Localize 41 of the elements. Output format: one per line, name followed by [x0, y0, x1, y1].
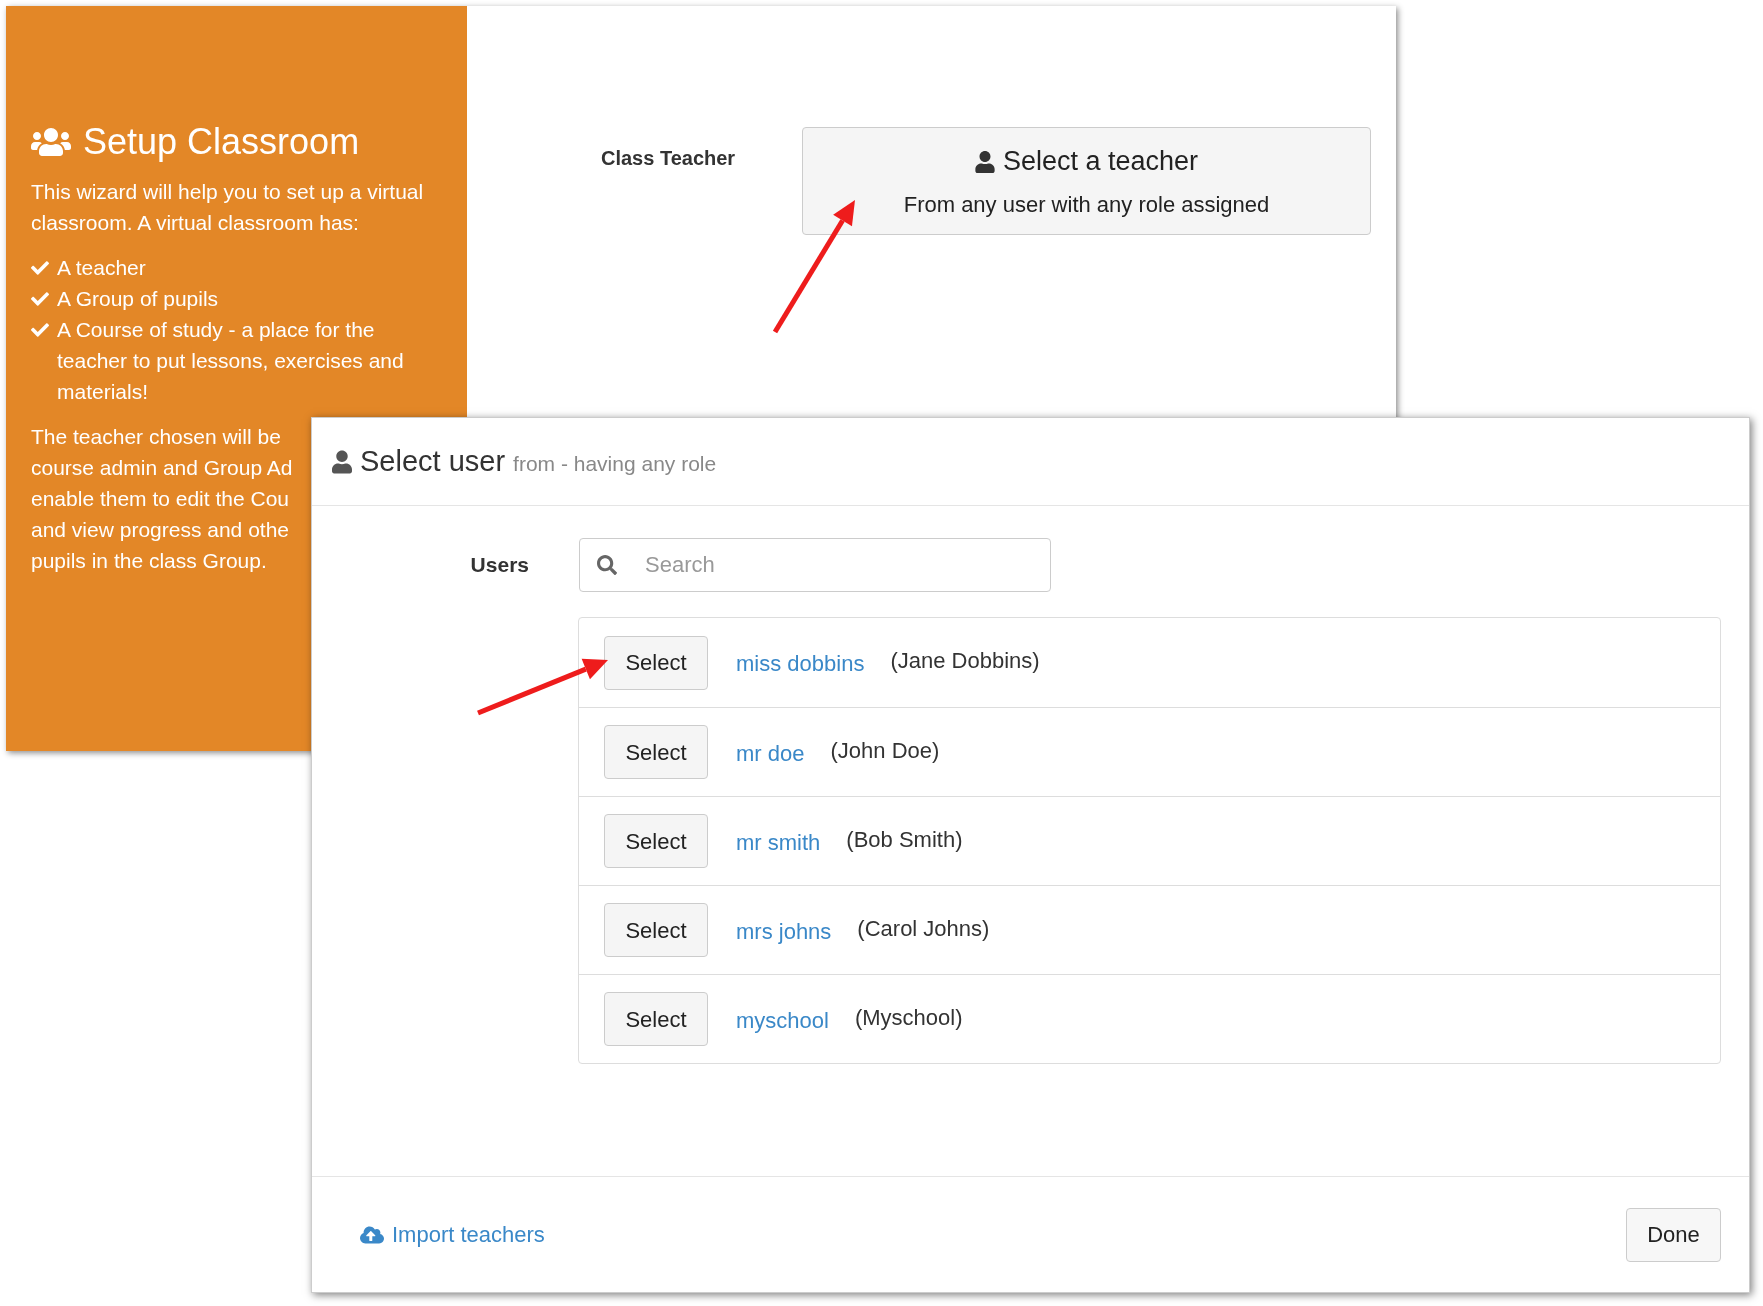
user-icon	[332, 449, 352, 474]
button-title: Select a teacher	[1002, 145, 1199, 179]
panel-title: Setup Classroom	[83, 124, 360, 160]
full-name: (Bob Smith)	[846, 825, 963, 854]
full-name: (Jane Dobbins)	[890, 647, 1040, 675]
note-line: pupils in the class Group.	[31, 548, 267, 574]
class-teacher-label: Class Teacher	[601, 147, 736, 169]
username-link[interactable]: mrs johns	[736, 914, 832, 948]
username-link[interactable]: miss dobbins	[736, 647, 865, 680]
note-line: course admin and Group Ad	[31, 455, 293, 481]
full-name: (Carol Johns)	[857, 914, 990, 943]
select-button[interactable]: Select	[604, 903, 708, 957]
intro-text: This wizard will help you to set up a virtual classroom. A virtual classroom has:	[31, 179, 425, 236]
check-icon	[31, 290, 49, 308]
checklist-item: A Group of pupils	[57, 286, 219, 312]
checklist-item: A teacher	[57, 255, 146, 281]
select-button[interactable]: Select	[604, 635, 708, 690]
username-link[interactable]: mr smith	[736, 825, 821, 859]
full-name: (John Doe)	[830, 736, 940, 765]
dialog-title: Select user	[360, 443, 506, 479]
note-line: enable them to edit the Cou	[31, 486, 289, 512]
import-teachers-link[interactable]: Import teachers	[360, 1218, 545, 1251]
check-icon	[31, 321, 49, 339]
select-button[interactable]: Select	[604, 992, 708, 1046]
note-line: and view progress and othe	[31, 517, 289, 543]
select-button[interactable]: Select	[604, 725, 708, 779]
users-label: Users	[469, 552, 530, 579]
note-line: The teacher chosen will be	[31, 424, 281, 450]
username-link[interactable]: myschool	[736, 1003, 829, 1037]
select-button[interactable]: Select	[604, 814, 708, 868]
done-button[interactable]: Done	[1626, 1207, 1721, 1262]
search-field[interactable]: Search	[579, 538, 1051, 592]
search-icon	[597, 555, 617, 575]
dialog-subtitle: from - having any role	[513, 450, 717, 477]
button-subtitle: From any user with any role assigned	[903, 190, 1270, 219]
user-icon	[974, 150, 995, 173]
select-teacher-button[interactable]: Select a teacher From any user with any role assigned	[802, 127, 1371, 235]
username-link[interactable]: mr doe	[736, 736, 805, 770]
checklist-item: A Course of study - a place for the teacher to put lessons, exercises and materials!	[57, 317, 405, 405]
full-name: (Myschool)	[854, 1003, 963, 1032]
check-icon	[31, 259, 49, 277]
